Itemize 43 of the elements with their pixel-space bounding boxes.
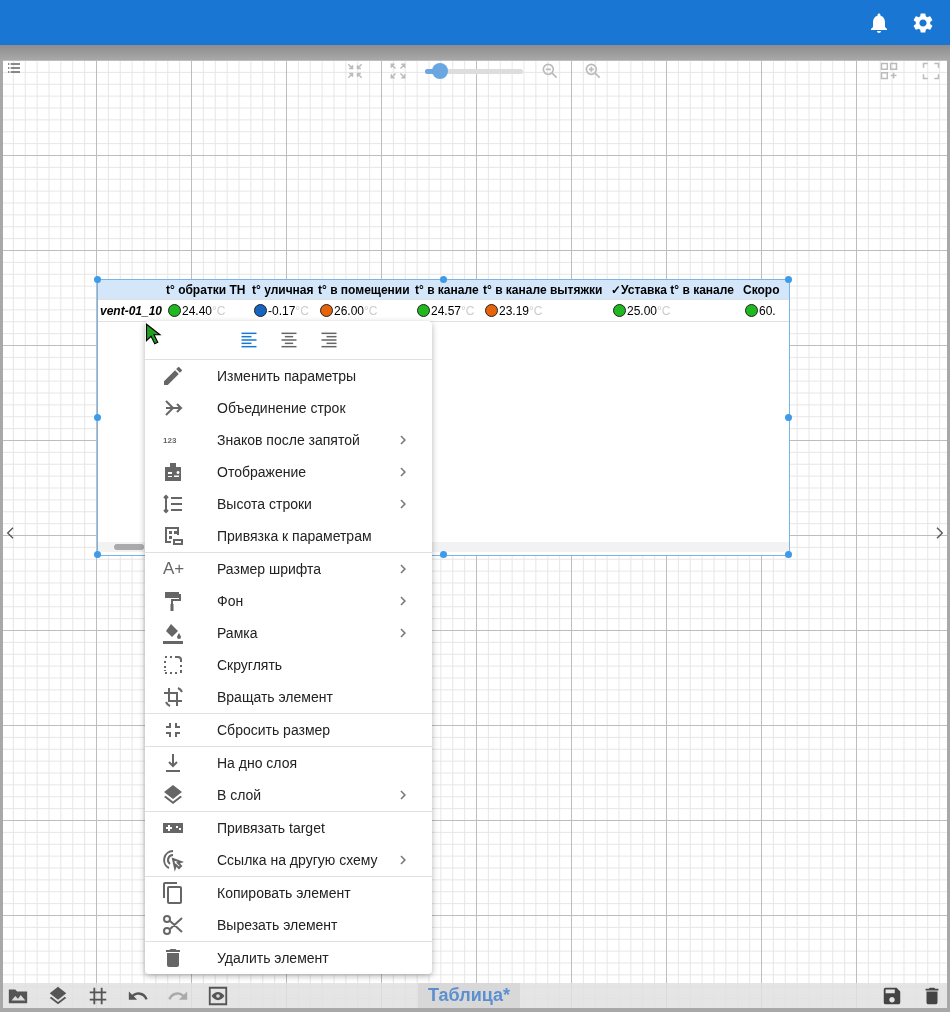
table-cell: 26.00: [334, 303, 365, 318]
unit-label: °C: [461, 303, 475, 318]
menu-item[interactable]: A+ Размер шрифта: [145, 553, 432, 585]
menu-item[interactable]: Вращать элемент: [145, 681, 432, 713]
table-cell: 23.19: [499, 303, 530, 318]
unit-label: °C: [295, 303, 309, 318]
column-header: Скоро: [743, 282, 781, 297]
column-header: ✓Уставка t° в канале: [611, 282, 735, 297]
digits-icon: 123: [163, 435, 177, 445]
menu-item[interactable]: 123 Знаков после запятой: [145, 424, 432, 456]
unit-label: °C: [212, 303, 226, 318]
menu-item[interactable]: Высота строки: [145, 488, 432, 520]
menu-item[interactable]: Ссылка на другую схему: [145, 844, 432, 876]
scheme-title: Таблица*: [418, 983, 521, 1008]
menu-item[interactable]: Удалить элемент: [145, 942, 432, 974]
font-size-icon: A+: [163, 559, 185, 579]
column-header: t° в канале вытяжки: [483, 282, 604, 297]
table-cell: 24.57: [431, 303, 462, 318]
unit-label: °C: [364, 303, 378, 318]
menu-item[interactable]: Копировать элемент: [145, 877, 432, 909]
menu-item[interactable]: Рамка: [145, 617, 432, 649]
table-cell: 25.00: [627, 303, 658, 318]
menu-item[interactable]: Скруглять: [145, 649, 432, 681]
table-cell: 60.: [759, 303, 776, 318]
column-header: t° уличная: [252, 282, 315, 297]
menu-item[interactable]: Отображение: [145, 456, 432, 488]
row-label: vent-01_10: [99, 303, 164, 318]
menu-item[interactable]: Вырезать элемент: [145, 909, 432, 941]
menu-item[interactable]: Привязка к параметрам: [145, 520, 432, 552]
menu-item[interactable]: Фон: [145, 585, 432, 617]
menu-item[interactable]: Привязать target: [145, 812, 432, 844]
column-header: t° обратки ТН: [166, 282, 247, 297]
column-header: t° в канале: [415, 282, 480, 297]
menu-item[interactable]: Сбросить размер: [145, 714, 432, 746]
table-cell: -0.17: [268, 303, 296, 318]
unit-label: °C: [657, 303, 671, 318]
table-cell: 24.40: [182, 303, 213, 318]
unit-label: °C: [529, 303, 543, 318]
menu-item[interactable]: Объединение строк: [145, 392, 432, 424]
column-header: t° в помещении: [318, 282, 411, 297]
menu-item[interactable]: В слой: [145, 779, 432, 811]
menu-item[interactable]: Изменить параметры: [145, 360, 432, 392]
menu-item[interactable]: На дно слоя: [145, 747, 432, 779]
